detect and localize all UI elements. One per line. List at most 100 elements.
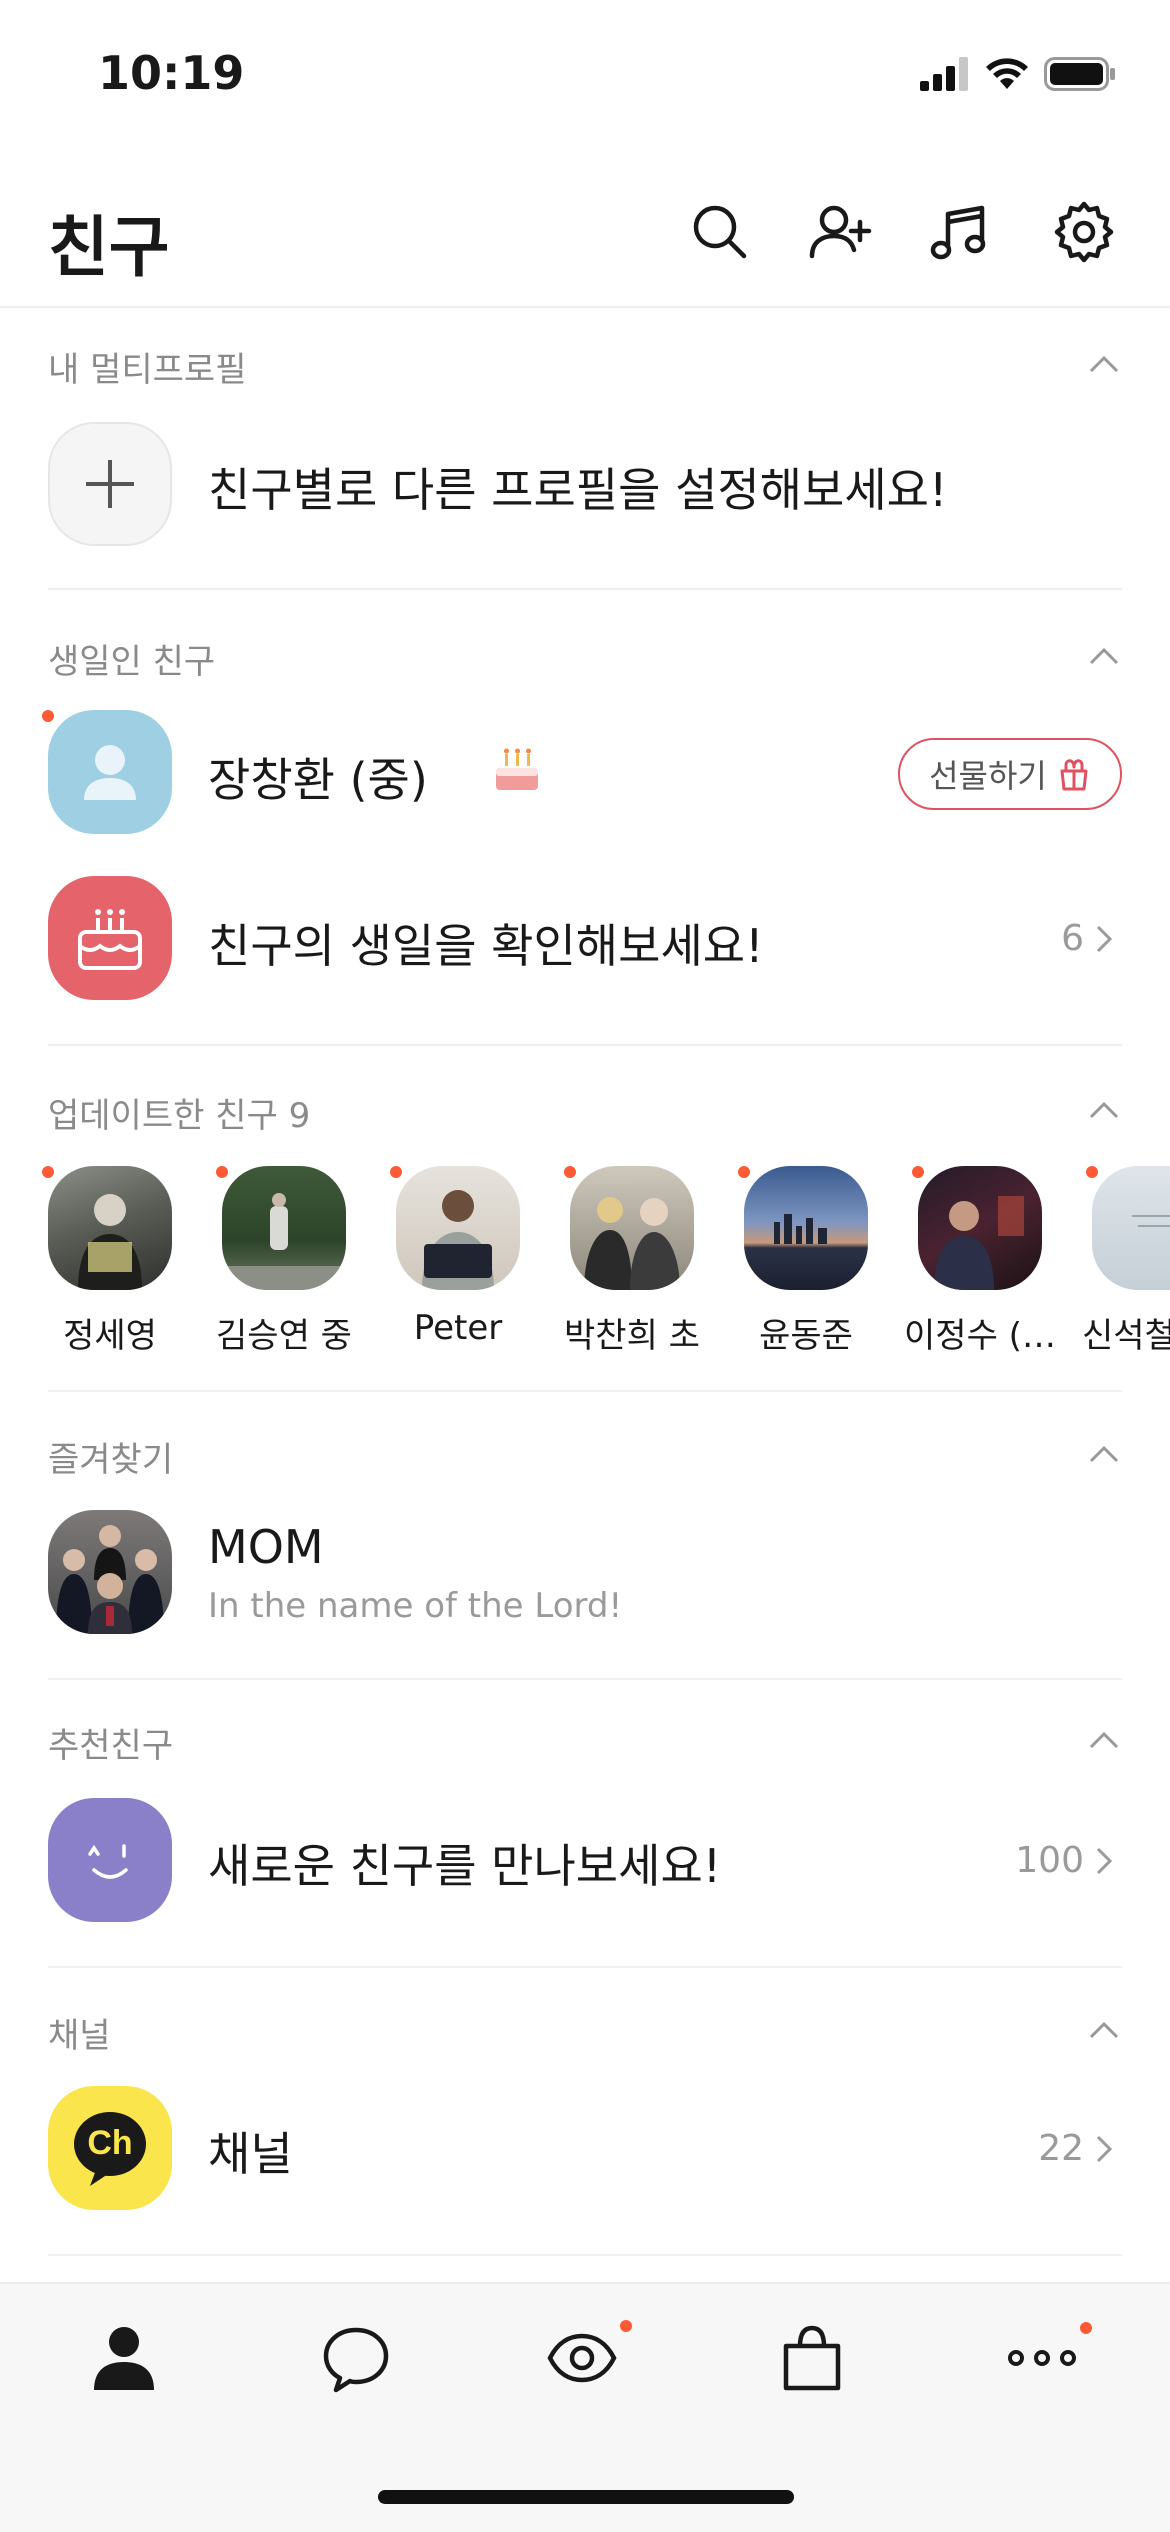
new-dot [42, 710, 54, 722]
updated-friend-item[interactable]: 정세영 [42, 1166, 172, 1356]
photo-figure [934, 1196, 1024, 1290]
smiley-icon [88, 1844, 128, 1879]
status-time: 10:19 [98, 46, 245, 100]
profile-photo [48, 1166, 172, 1290]
friend-name: 신석철 [1082, 1316, 1170, 1356]
section-title: 추천친구 [48, 1726, 174, 1766]
tab-friends-person-icon[interactable] [86, 2320, 162, 2396]
search-icon[interactable] [688, 200, 752, 264]
profile-photo [222, 1166, 346, 1290]
section-title: 채널 [48, 2016, 111, 2056]
home-indicator [378, 2490, 794, 2504]
section-title: 업데이트한 친구 9 [48, 1096, 311, 1136]
page-title: 친구 [48, 209, 170, 286]
music-icon[interactable] [928, 200, 992, 264]
check-birthday-prompt: 친구의 생일을 확인해보세요! [208, 919, 764, 973]
channel-count: 22 [1038, 2128, 1112, 2169]
updated-friend-item[interactable]: 이정수 (… [904, 1166, 1056, 1356]
count-label: 100 [1015, 1840, 1084, 1881]
updated-friend-item[interactable]: 박찬희 초 [564, 1166, 700, 1356]
recommend-friends-row[interactable]: 새로운 친구를 만나보세요! 100 [48, 1798, 1122, 1922]
favorite-name: MOM [208, 1520, 324, 1574]
tab-view-eye-icon[interactable] [544, 2320, 620, 2396]
favorites-section: 즐겨찾기 MOM In the name of the Lord! [48, 1392, 1122, 1680]
default-avatar [48, 710, 172, 834]
birthday-friend-row[interactable]: 장창환 (중) 선물하기 [42, 710, 1122, 834]
profile-photo [396, 1166, 520, 1290]
profile-photo [1092, 1166, 1170, 1290]
header: 친구 [0, 150, 1170, 308]
collapse-chevron-icon[interactable] [1088, 646, 1120, 666]
plus-icon [86, 460, 134, 508]
profile-photo [48, 1510, 172, 1634]
friend-name: 정세영 [63, 1316, 157, 1356]
add-profile-button[interactable] [48, 422, 172, 546]
favorite-status-message: In the name of the Lord! [208, 1586, 623, 1626]
wifi-icon [986, 58, 1028, 89]
new-dot [1080, 2322, 1092, 2334]
settings-gear-icon[interactable] [1052, 200, 1116, 264]
add-friend-icon[interactable] [808, 200, 872, 264]
friend-name: 김승연 중 [216, 1316, 352, 1356]
chevron-right-icon [1096, 925, 1112, 952]
person-silhouette-icon [84, 745, 136, 800]
friend-name: 박찬희 초 [564, 1316, 700, 1356]
chevron-right-icon [1096, 2135, 1112, 2162]
tab-shopping-bag-icon[interactable] [774, 2320, 850, 2396]
new-dot [620, 2320, 632, 2332]
multi-profile-prompt: 친구별로 다른 프로필을 설정해보세요! [208, 463, 948, 517]
chevron-right-icon [1096, 1847, 1112, 1874]
new-dot [1086, 1166, 1098, 1178]
status-bar: 10:19 [0, 0, 1170, 150]
updated-friend-item[interactable]: 윤동준 [738, 1166, 868, 1356]
collapse-chevron-icon[interactable] [1088, 1100, 1120, 1120]
updated-friend-item[interactable]: 신석철 [1082, 1166, 1170, 1356]
channel-logo-text: Ch [87, 2124, 133, 2162]
tab-more-dots-icon[interactable] [1004, 2320, 1080, 2396]
photo-figure [222, 1193, 346, 1290]
new-dot [390, 1166, 402, 1178]
birthday-list-avatar [48, 876, 172, 1000]
collapse-chevron-icon[interactable] [1088, 354, 1120, 374]
collapse-chevron-icon[interactable] [1088, 1444, 1120, 1464]
section-title: 내 멀티프로필 [48, 350, 247, 390]
photo-text-image [1132, 1215, 1170, 1227]
recommended-section: 추천친구 새로운 친구를 만나보세요! 100 [48, 1680, 1122, 1968]
photo-figure [584, 1197, 680, 1290]
gift-button-label: 선물하기 [929, 757, 1047, 795]
collapse-chevron-icon[interactable] [1088, 2020, 1120, 2040]
cake-icon [78, 909, 142, 970]
signal-icon [920, 57, 968, 91]
photo-family [56, 1525, 164, 1634]
channel-section: 채널 Ch 채널 22 [48, 1968, 1122, 2256]
new-dot [738, 1166, 750, 1178]
photo-figure [422, 1190, 494, 1290]
new-dot [564, 1166, 576, 1178]
profile-photo [918, 1166, 1042, 1290]
section-title: 즐겨찾기 [48, 1440, 174, 1480]
favorite-friend-row[interactable]: MOM In the name of the Lord! [48, 1510, 1122, 1634]
collapse-chevron-icon[interactable] [1088, 1730, 1120, 1750]
check-birthdays-row[interactable]: 친구의 생일을 확인해보세요! 6 [48, 876, 1122, 1000]
send-gift-button[interactable]: 선물하기 [898, 738, 1122, 810]
photo-figure [78, 1194, 142, 1290]
friend-name: 장창환 (중) [208, 753, 428, 807]
profile-photo [744, 1166, 868, 1290]
friend-name: 이정수 (… [904, 1316, 1056, 1356]
tab-chats-bubble-icon[interactable] [318, 2320, 394, 2396]
recommend-avatar [48, 1798, 172, 1922]
updated-friend-item[interactable]: Peter [390, 1166, 520, 1348]
profile-photo [570, 1166, 694, 1290]
channel-row[interactable]: Ch 채널 22 [48, 2086, 1122, 2210]
recommend-prompt: 새로운 친구를 만나보세요! [208, 1839, 722, 1893]
updated-friends-strip: 정세영 김승연 중 Peter 박찬희 초 윤동준 이정수 (… 신석철 [42, 1166, 1170, 1366]
add-multi-profile-row[interactable]: 친구별로 다른 프로필을 설정해보세요! [48, 422, 1122, 546]
recommend-count: 100 [1015, 1840, 1112, 1881]
friend-name: 윤동준 [759, 1316, 853, 1356]
new-dot [912, 1166, 924, 1178]
updated-friend-item[interactable]: 김승연 중 [216, 1166, 352, 1356]
photo-skyline [774, 1214, 827, 1244]
birthday-section: 생일인 친구 장창환 (중) 선물하기 친구의 생일을 확인해보세요! 6 [42, 590, 1122, 1046]
channel-logo: Ch [48, 2086, 172, 2210]
section-title: 생일인 친구 [48, 642, 216, 682]
